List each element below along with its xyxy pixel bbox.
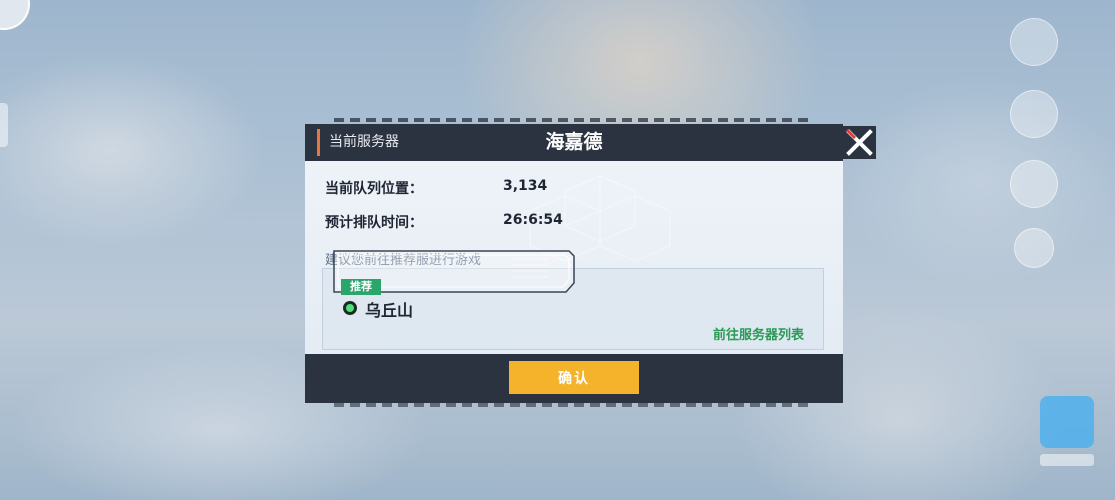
close-x-icon[interactable] [843, 126, 876, 159]
confirm-button[interactable]: 确认 [509, 361, 639, 394]
right-side-button-3[interactable] [1010, 160, 1058, 208]
dialog-header: 当前服务器 海嘉德 [305, 124, 843, 161]
online-status-dot-inner [346, 304, 354, 312]
recommended-server-name[interactable]: 乌丘山 [365, 297, 413, 321]
queue-position-label: 当前队列位置： [325, 181, 423, 197]
current-server-name: 海嘉德 [545, 131, 603, 153]
dialog-top-decoration [334, 118, 814, 122]
right-app-icon[interactable] [1040, 396, 1094, 448]
wait-time-label: 预计排队时间： [325, 215, 423, 231]
left-edge-tab[interactable] [0, 103, 8, 147]
right-side-button-1[interactable] [1010, 18, 1058, 66]
queue-position-value: 3,134 [503, 178, 548, 194]
dialog-bottom-decoration [334, 403, 814, 407]
dialog-footer: 确认 [305, 354, 843, 403]
queue-dialog: 当前服务器 海嘉德 当前队列位置： 3,134 预计排队时间： 26:6:54 … [305, 124, 843, 403]
right-side-button-4[interactable] [1014, 228, 1054, 268]
right-app-label [1040, 454, 1094, 466]
wait-time-value: 26:6:54 [503, 212, 563, 228]
right-side-button-2[interactable] [1010, 90, 1058, 138]
goto-server-list-link[interactable]: 前往服务器列表 [713, 324, 804, 343]
recommended-badge: 推荐 [341, 279, 381, 295]
